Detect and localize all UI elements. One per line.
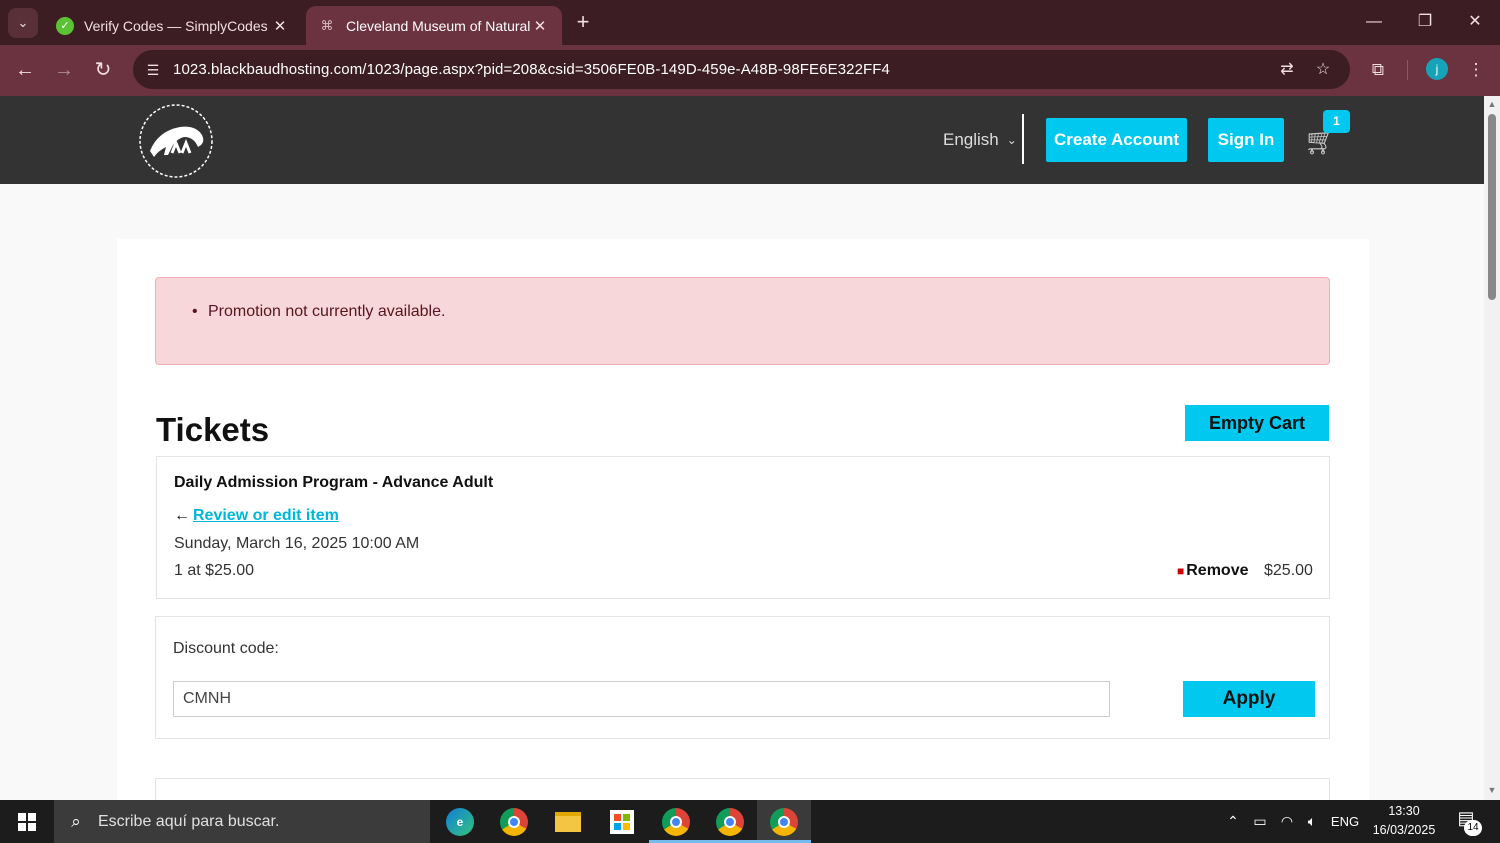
extensions-icon[interactable]: ⧉ [1365, 57, 1391, 83]
close-window-button[interactable]: ✕ [1455, 6, 1495, 38]
arrow-right-icon: → [54, 59, 74, 81]
chrome-profile-3-icon[interactable] [757, 800, 811, 843]
taskbar: ⌕ Escribe aquí para buscar. e ⌃ ▭ ◠ 🔈︎ E… [0, 800, 1500, 843]
review-edit-label[interactable]: Review or edit item [193, 507, 339, 525]
chevron-down-icon: ⌄ [17, 15, 29, 30]
new-tab-button[interactable]: + [570, 10, 596, 36]
remove-item-button[interactable]: ■ Remove [1177, 562, 1249, 580]
translate-icon[interactable]: ⇄ [1276, 59, 1298, 81]
clock-time: 13:30 [1388, 804, 1420, 818]
arrow-left-icon: ← [174, 507, 190, 524]
cart-panel: Promotion not currently available. Ticke… [117, 239, 1369, 818]
empty-cart-button[interactable]: Empty Cart [1185, 405, 1329, 441]
clock-date: 16/03/2025 [1372, 823, 1436, 837]
remove-label: Remove [1186, 562, 1249, 579]
tab-title: Cleveland Museum of Natural H [346, 17, 530, 34]
microsoft-store-icon[interactable] [595, 800, 649, 843]
header-divider [1022, 114, 1024, 164]
browser-toolbar: ← → ↻ ☰ 1023.blackbaudhosting.com/1023/p… [0, 45, 1500, 96]
tab-simplycodes[interactable]: ✓ Verify Codes — SimplyCodes ✕ [44, 6, 302, 45]
close-icon[interactable]: ✕ [270, 17, 290, 35]
chrome-app-icon[interactable] [487, 800, 541, 843]
site-header: English ⌄ Create Account Sign In 🛒︎ 1 [0, 96, 1484, 184]
restore-button[interactable]: ❐ [1405, 6, 1445, 38]
search-placeholder: Escribe aquí para buscar. [98, 812, 280, 830]
profile-avatar[interactable]: j [1426, 58, 1448, 80]
chevron-down-icon: ⌄ [1006, 133, 1017, 147]
back-button[interactable]: ← [10, 55, 40, 85]
apply-button[interactable]: Apply [1183, 681, 1315, 717]
chrome-profile-1-icon[interactable] [649, 800, 703, 843]
volume-icon[interactable]: 🔈︎ [1301, 800, 1323, 843]
tab-strip: ⌄ ✓ Verify Codes — SimplyCodes ✕ ⌘ Cleve… [0, 0, 1500, 45]
scroll-down-arrow-icon[interactable]: ▼ [1484, 782, 1500, 798]
scroll-up-arrow-icon[interactable]: ▲ [1484, 96, 1500, 112]
discount-code-input[interactable] [173, 681, 1110, 717]
chrome-profile-2-icon[interactable] [703, 800, 757, 843]
forward-button[interactable]: → [49, 55, 79, 85]
language-selector[interactable]: English ⌄ [943, 130, 1017, 150]
bookmark-star-icon[interactable]: ☆ [1312, 59, 1334, 81]
museum-favicon-icon: ⌘ [320, 17, 334, 33]
review-edit-link[interactable]: ← Review or edit item [174, 507, 339, 525]
page-scrollbar[interactable]: ▲ ▼ [1484, 96, 1500, 800]
simplycodes-favicon-icon: ✓ [56, 16, 74, 35]
start-button[interactable] [0, 800, 54, 843]
chevron-up-icon[interactable]: ⌃ [1222, 800, 1244, 843]
discount-label: Discount code: [173, 640, 279, 657]
language-label: English [943, 130, 999, 149]
tab-search-button[interactable]: ⌄ [8, 8, 38, 38]
menu-kebab-icon[interactable]: ⋮ [1463, 57, 1489, 83]
item-quantity: 1 at $25.00 [174, 562, 255, 579]
file-explorer-icon[interactable] [541, 800, 595, 843]
tab-title: Verify Codes — SimplyCodes [84, 17, 268, 34]
minimize-button[interactable]: — [1354, 6, 1394, 38]
close-icon[interactable]: ✕ [530, 17, 550, 35]
museum-logo[interactable] [136, 101, 216, 181]
tab-cleveland-museum[interactable]: ⌘ Cleveland Museum of Natural H ✕ [306, 6, 562, 45]
error-alert: Promotion not currently available. [155, 277, 1330, 365]
notification-count-badge: 14 [1464, 820, 1482, 836]
windows-logo-icon [18, 812, 36, 831]
arrow-left-icon: ← [15, 59, 35, 81]
taskbar-search[interactable]: ⌕ Escribe aquí para buscar. [54, 800, 430, 843]
trash-icon: ■ [1177, 564, 1185, 578]
alert-message: Promotion not currently available. [192, 303, 445, 321]
cart-count-badge[interactable]: 1 [1323, 110, 1350, 133]
reload-icon: ↻ [94, 59, 112, 81]
item-date: Sunday, March 16, 2025 10:00 AM [174, 535, 420, 552]
site-info-icon[interactable]: ☰ [143, 60, 163, 80]
url-text[interactable]: 1023.blackbaudhosting.com/1023/page.aspx… [173, 61, 890, 78]
scrollbar-thumb[interactable] [1488, 114, 1496, 300]
cart-item: Daily Admission Program - Advance Adult … [156, 456, 1330, 599]
search-icon: ⌕ [71, 811, 81, 831]
address-bar[interactable]: ☰ 1023.blackbaudhosting.com/1023/page.as… [133, 50, 1350, 89]
sign-in-button[interactable]: Sign In [1208, 118, 1284, 162]
clock[interactable]: 13:30 16/03/2025 [1366, 802, 1442, 840]
create-account-button[interactable]: Create Account [1046, 118, 1187, 162]
battery-icon[interactable]: ▭ [1249, 800, 1271, 843]
discount-section: Discount code: Apply [155, 616, 1330, 739]
tickets-heading: Tickets [156, 411, 270, 448]
item-price: $25.00 [1264, 562, 1313, 579]
reload-button[interactable]: ↻ [88, 55, 118, 85]
toolbar-divider [1407, 60, 1408, 80]
wifi-icon[interactable]: ◠ [1276, 800, 1298, 843]
item-name: Daily Admission Program - Advance Adult [174, 474, 494, 491]
edge-app-icon[interactable]: e [433, 800, 487, 843]
input-language[interactable]: ENG [1328, 800, 1362, 843]
